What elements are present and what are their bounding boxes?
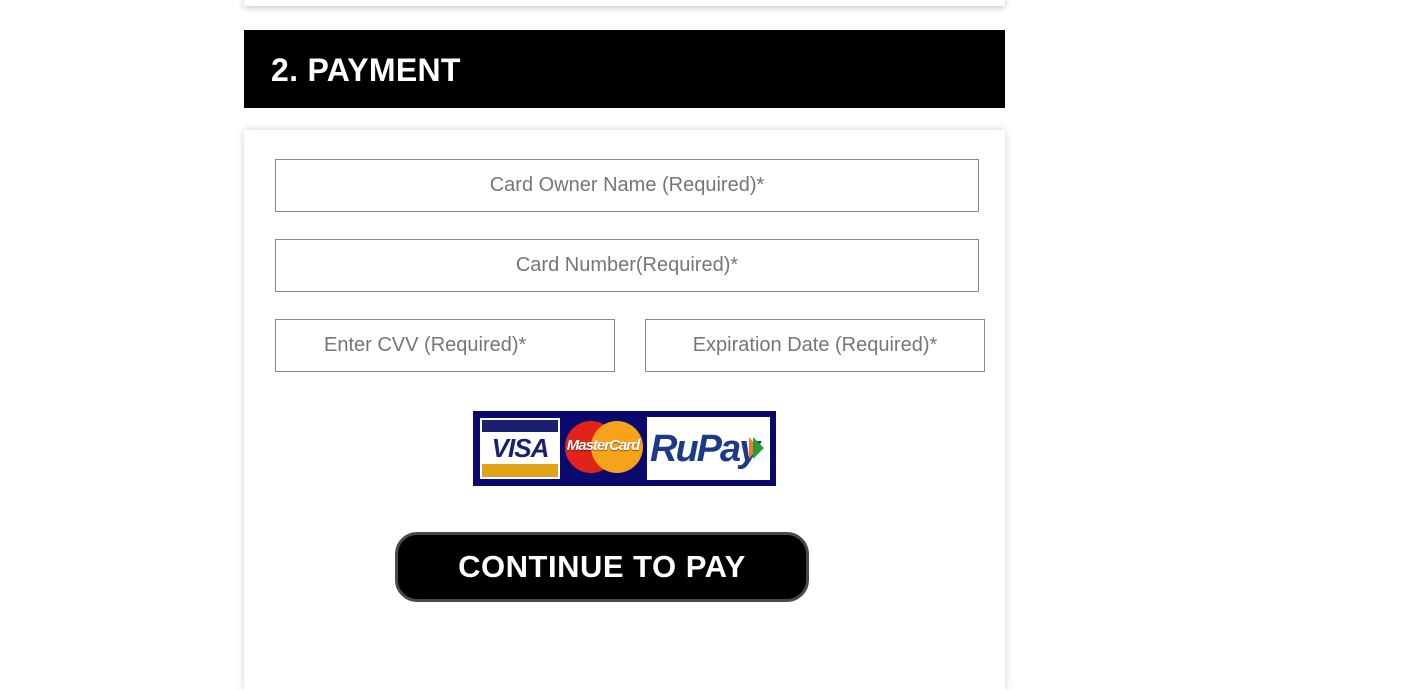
payment-section-header: 2. PAYMENT: [244, 30, 1005, 108]
previous-section-card: [244, 0, 1005, 6]
expiration-date-input[interactable]: [645, 319, 985, 372]
section-title: 2. PAYMENT: [271, 52, 461, 88]
visa-logo-text: VISA: [491, 433, 550, 463]
rupay-logo-text: RuPay: [650, 428, 760, 470]
rupay-logo: RuPay: [647, 417, 770, 480]
accepted-cards-logos: VISA MasterCard RuPay: [473, 411, 776, 486]
continue-to-pay-button[interactable]: CONTINUE TO PAY: [395, 532, 809, 602]
card-owner-name-input[interactable]: [275, 159, 979, 212]
payment-form-card: VISA MasterCard RuPay CONTINUE TO PAY: [244, 130, 1005, 690]
mastercard-logo: MasterCard: [563, 417, 643, 478]
cvv-input[interactable]: [275, 319, 615, 372]
mastercard-logo-text: MasterCard: [566, 437, 641, 454]
visa-logo: VISA: [479, 417, 561, 480]
card-number-input[interactable]: [275, 239, 979, 292]
rupay-arrow-icon: [753, 437, 764, 459]
